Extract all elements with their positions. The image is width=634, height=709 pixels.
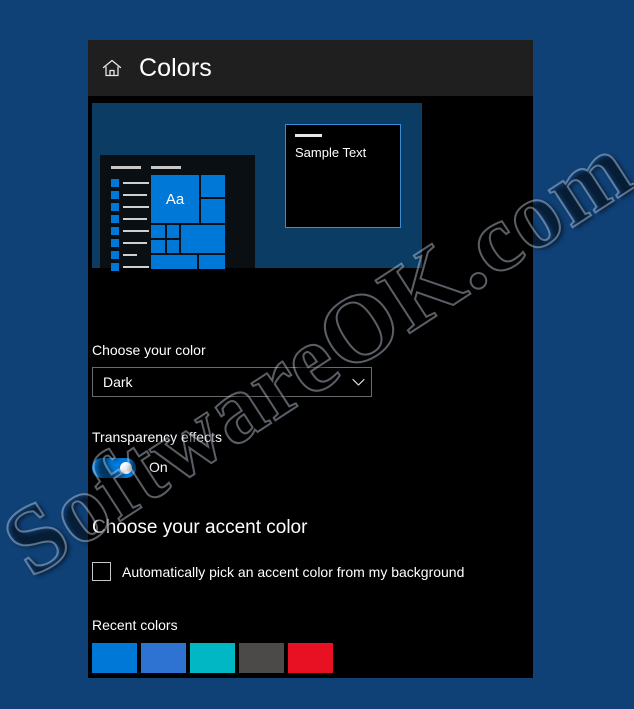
preview-nav-square: [111, 251, 119, 259]
preview-nav-line: [123, 182, 149, 184]
preview-tile: [151, 240, 165, 253]
preview-nav-square: [111, 239, 119, 247]
preview-nav-square: [111, 263, 119, 271]
auto-accent-checkbox-row[interactable]: Automatically pick an accent color from …: [92, 562, 464, 581]
preview-nav-row: [111, 179, 149, 187]
preview-nav-row: [111, 263, 149, 271]
recent-color-swatch-red[interactable]: [288, 643, 333, 673]
recent-color-swatch-gray[interactable]: [239, 643, 284, 673]
preview-tile: [151, 225, 165, 238]
preview-sample-window-titlebar: [295, 134, 322, 137]
auto-accent-checkbox[interactable]: [92, 562, 111, 581]
preview-nav-square: [111, 179, 119, 187]
choose-color-label: Choose your color: [92, 342, 206, 358]
transparency-effects-label: Transparency effects: [92, 429, 222, 445]
preview-tile: [167, 225, 179, 238]
transparency-effects-toggle[interactable]: [92, 458, 136, 478]
toggle-knob: [120, 462, 132, 474]
preview-nav-line: [123, 254, 137, 256]
preview-start-panel: Aa: [100, 155, 255, 271]
preview-tile: [151, 255, 197, 269]
preview-tile: [181, 225, 225, 253]
recent-color-swatch-royal-blue[interactable]: [141, 643, 186, 673]
preview-sample-window: Sample Text: [285, 124, 401, 228]
preview-tile: [201, 199, 225, 223]
auto-accent-label: Automatically pick an accent color from …: [122, 563, 465, 580]
preview-tile: [167, 240, 179, 253]
preview-nav-row: [111, 227, 149, 235]
preview-tiles-title-bar: [151, 166, 181, 169]
preview-nav-square: [111, 215, 119, 223]
preview-nav-square: [111, 203, 119, 211]
theme-preview: Aa Sample Text: [92, 103, 422, 271]
preview-nav-row: [111, 203, 149, 211]
preview-tile-aa-label: Aa: [165, 190, 185, 208]
recent-colors-grid: [92, 643, 333, 673]
recent-color-swatch-blue[interactable]: [92, 643, 137, 673]
preview-nav-title-bar: [111, 166, 141, 169]
transparency-effects-state: On: [149, 459, 168, 475]
preview-nav-line: [123, 218, 147, 220]
preview-nav-square: [111, 191, 119, 199]
preview-nav-row: [111, 239, 147, 247]
title-bar: Colors: [88, 40, 533, 96]
recent-color-swatch-teal[interactable]: [190, 643, 235, 673]
recent-colors-label: Recent colors: [92, 617, 178, 633]
preview-nav-line: [123, 206, 149, 208]
preview-nav-square: [111, 227, 119, 235]
color-mode-selected-value: Dark: [103, 374, 133, 390]
preview-tile-aa: Aa: [151, 175, 199, 223]
chevron-down-icon: [345, 368, 371, 396]
preview-nav-line: [123, 194, 147, 196]
preview-nav-row: [111, 251, 141, 259]
preview-nav-row: [111, 191, 147, 199]
preview-nav-line: [123, 242, 147, 244]
preview-nav-line: [123, 266, 149, 268]
preview-nav-row: [111, 215, 147, 223]
home-icon[interactable]: [95, 51, 129, 85]
preview-sample-text: Sample Text: [295, 145, 367, 160]
preview-tile: [199, 255, 225, 269]
page-title: Colors: [139, 53, 212, 82]
preview-tile: [201, 175, 225, 197]
accent-color-heading: Choose your accent color: [92, 517, 308, 538]
color-mode-dropdown[interactable]: Dark: [92, 367, 372, 397]
colors-settings-window: Colors Aa Sample Text Choose your color …: [88, 40, 533, 678]
preview-nav-line: [123, 230, 149, 232]
